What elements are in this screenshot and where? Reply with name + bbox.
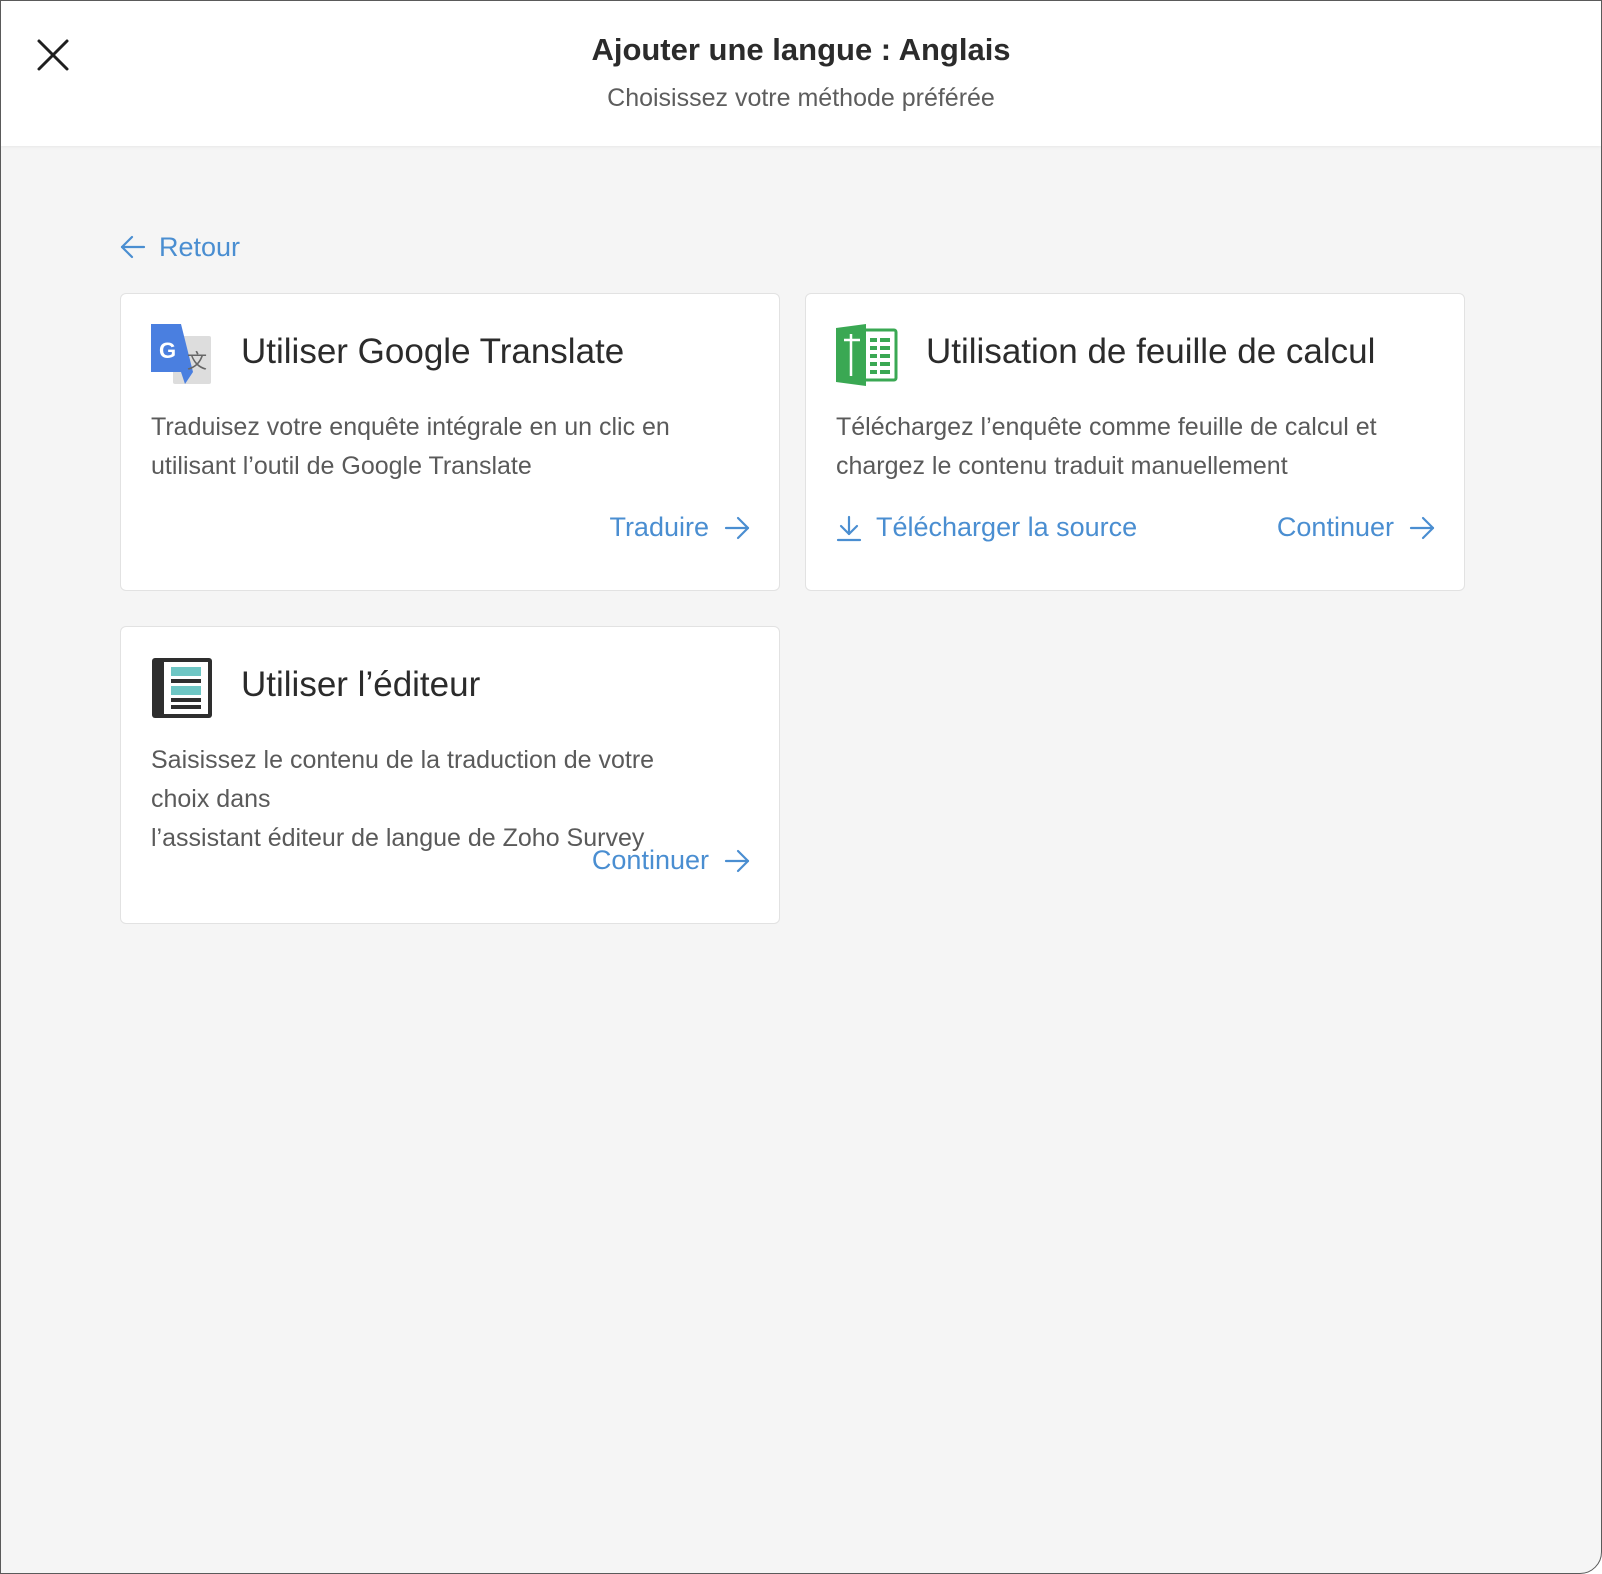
back-link-label: Retour [159, 231, 241, 262]
translate-button[interactable]: Traduire [609, 512, 751, 543]
card-description: Téléchargez l’enquête comme feuille de c… [836, 413, 1377, 480]
continue-label: Continuer [591, 845, 709, 875]
dialog-title: Ajouter une langue : Anglais [591, 32, 1011, 67]
editor-continue-button[interactable]: Continuer [592, 845, 751, 876]
download-source-label: Télécharger la source [876, 512, 1138, 542]
card-title: Utiliser Google Translate [241, 332, 625, 371]
continue-label: Continuer [1276, 512, 1394, 542]
arrow-left-icon [120, 235, 146, 259]
svg-text:文: 文 [187, 349, 207, 373]
translate-label: Traduire [609, 512, 709, 542]
download-source-button[interactable]: Télécharger la source [836, 512, 1137, 543]
editor-card: Utiliser l’éditeur Saisissez le contenu … [120, 626, 780, 924]
arrow-right-icon [1409, 516, 1435, 539]
arrow-right-icon [724, 849, 750, 872]
spreadsheet-continue-button[interactable]: Continuer [1277, 512, 1436, 543]
dialog-subtitle: Choisissez votre méthode préférée [607, 84, 995, 112]
download-icon [836, 515, 862, 541]
google-translate-card: G 文 Utiliser Google Translate Traduisez … [120, 293, 780, 591]
svg-text:G: G [159, 338, 176, 363]
spreadsheet-icon [836, 324, 898, 386]
spreadsheet-card: Utilisation de feuille de calcul Télécha… [805, 293, 1465, 591]
back-link[interactable]: Retour [119, 229, 240, 265]
arrow-right-icon [724, 516, 750, 539]
card-title: Utilisation de feuille de calcul [926, 332, 1376, 371]
card-title: Utiliser l’éditeur [241, 665, 481, 704]
add-language-dialog: Ajouter une langue : Anglais Choisissez … [0, 0, 1602, 1574]
editor-icon [151, 657, 213, 719]
card-description: Traduisez votre enquête intégrale en un … [151, 413, 670, 480]
google-translate-icon: G 文 [151, 324, 213, 386]
card-description: Saisissez le contenu de la traduction de… [151, 746, 655, 852]
dialog-header: Ajouter une langue : Anglais Choisissez … [1, 1, 1601, 146]
